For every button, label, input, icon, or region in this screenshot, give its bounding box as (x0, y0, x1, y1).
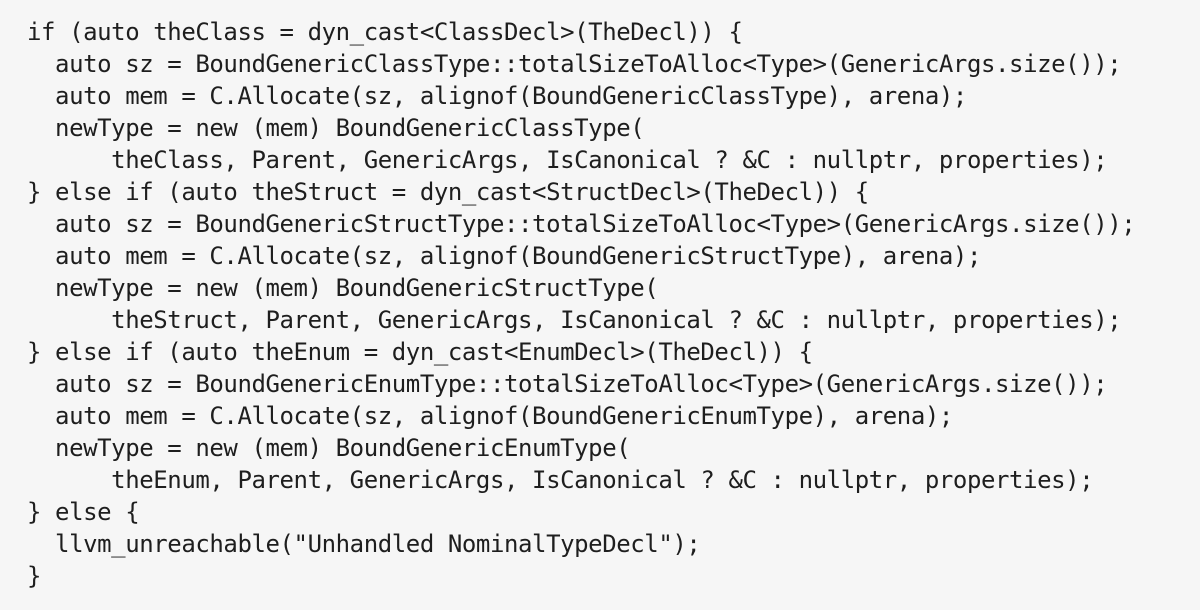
code-line: } (27, 562, 42, 590)
code-line: newType = new (mem) BoundGenericEnumType… (27, 434, 631, 462)
code-block: if (auto theClass = dyn_cast<ClassDecl>(… (0, 0, 1200, 610)
code-line: } else if (auto theEnum = dyn_cast<EnumD… (27, 338, 813, 366)
code-line: } else if (auto theStruct = dyn_cast<Str… (27, 178, 869, 206)
code-line: auto mem = C.Allocate(sz, alignof(BoundG… (27, 402, 953, 430)
code-line: theEnum, Parent, GenericArgs, IsCanonica… (27, 466, 1094, 494)
code-line: auto mem = C.Allocate(sz, alignof(BoundG… (27, 242, 981, 270)
code-line: auto sz = BoundGenericClassType::totalSi… (27, 50, 1122, 78)
code-line: auto mem = C.Allocate(sz, alignof(BoundG… (27, 82, 967, 110)
code-line: theClass, Parent, GenericArgs, IsCanonic… (27, 146, 1108, 174)
code-line: newType = new (mem) BoundGenericStructTy… (27, 274, 659, 302)
code-line: if (auto theClass = dyn_cast<ClassDecl>(… (27, 18, 743, 46)
code-line: llvm_unreachable("Unhandled NominalTypeD… (27, 530, 701, 558)
code-lines: if (auto theClass = dyn_cast<ClassDecl>(… (27, 16, 1200, 592)
code-line: theStruct, Parent, GenericArgs, IsCanoni… (27, 306, 1122, 334)
code-line: auto sz = BoundGenericStructType::totalS… (27, 210, 1136, 238)
code-line: newType = new (mem) BoundGenericClassTyp… (27, 114, 645, 142)
code-line: auto sz = BoundGenericEnumType::totalSiz… (27, 370, 1108, 398)
code-line: } else { (27, 498, 140, 526)
